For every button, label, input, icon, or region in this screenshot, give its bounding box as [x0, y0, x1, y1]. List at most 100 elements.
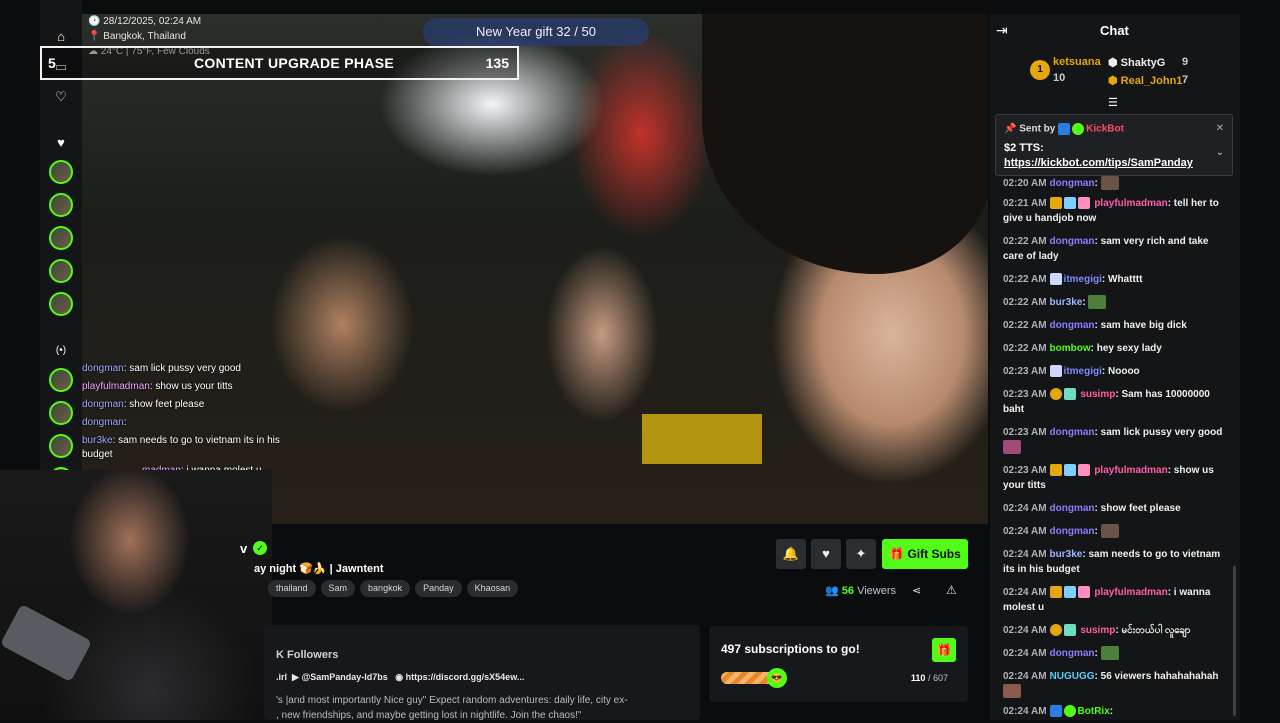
expand-leaderboard-icon[interactable]: ☰ [1108, 96, 1118, 109]
tag[interactable]: Panday [415, 580, 462, 597]
pinned-link[interactable]: https://kickbot.com/tips/SamPanday [1004, 157, 1193, 169]
phase-left-number: 5 [48, 55, 56, 71]
gift-icon[interactable]: 🎁 [932, 638, 956, 662]
subs-goal-panel: 497 subscriptions to go! 🎁 😎 110 / 607 [709, 626, 968, 702]
chat-message: 02:22 AM bur3ke: [1003, 295, 1229, 310]
emote-icon [1100, 524, 1119, 539]
overlay-chat-line: playfulmadman: show us your titts [82, 381, 233, 392]
overlay-location: Bangkok, Thailand [103, 31, 186, 42]
leader-count: 9 [1182, 56, 1189, 68]
chat-message: 02:22 AM dongman: sam have big dick [1003, 320, 1187, 331]
youtube-icon: ▶ [292, 672, 299, 682]
channel-description: 's |and most importantly Nice guy" Expec… [276, 695, 628, 721]
share-icon[interactable]: ⋖ [912, 584, 921, 597]
chat-panel: ⇥ Chat 1 ketsuana 10 ⬢ ShaktyG 9 ⬢ Real_… [990, 14, 1240, 720]
chat-message: 02:22 AM dongman: sam very rich and take … [1003, 236, 1209, 262]
chat-message: 02:24 AM susimp: မင်းတယ်ပါ လူချော [1003, 624, 1191, 637]
leader-name[interactable]: ⬢ Real_John1 [1108, 74, 1182, 87]
collapse-chat-icon[interactable]: ⇥ [996, 22, 1008, 39]
channel-avatar[interactable] [49, 193, 73, 217]
subs-progress-bar: 😎 [721, 668, 787, 688]
emote-icon [1088, 295, 1107, 310]
streamer-webcam [0, 470, 272, 720]
stream-title: ay night 🍞🍌 | Jawntent [254, 563, 384, 575]
social-links: .irl ▶ @SamPanday-ld7bs ◉ https://discor… [276, 672, 525, 682]
chat-scrollbar[interactable] [1233, 566, 1236, 716]
tag[interactable]: thailand [268, 580, 316, 597]
leader-count: 7 [1182, 74, 1189, 86]
discord-icon: ◉ [395, 672, 404, 682]
overlay-chat-line: bur3ke: sam needs to go to vietnam its i… [82, 435, 280, 460]
chat-message: 02:21 AM playfulmadman: tell her to give… [1003, 197, 1219, 224]
chat-message: 02:24 AM BotRix: [1003, 705, 1114, 718]
channel-avatar[interactable] [49, 259, 73, 283]
chevron-down-icon[interactable]: ⌄ [1216, 147, 1224, 158]
subs-goal-title: 497 subscriptions to go! [721, 642, 860, 656]
channel-avatar[interactable] [49, 368, 73, 392]
chat-message: 02:24 AM playfulmadman: i wanna molest u [1003, 586, 1211, 613]
gift-goal-overlay: New Year gift 32 / 50 [423, 18, 649, 46]
phase-title: CONTENT UPGRADE PHASE [194, 55, 394, 71]
discord-link[interactable]: https://discord.gg/sX54ew... [406, 672, 525, 682]
emote-icon [1100, 176, 1119, 191]
channel-avatar[interactable] [49, 160, 73, 184]
following-icon[interactable]: ♡ [52, 88, 70, 106]
leader-name[interactable]: ⬢ ShaktyG [1108, 56, 1165, 69]
emote-icon [1003, 440, 1021, 455]
rank-medal-icon: 1 [1030, 60, 1050, 80]
chat-message: 02:24 AM dongman: [1003, 646, 1229, 661]
video-scene [702, 14, 988, 274]
chat-message: 02:20 AM dongman: [1003, 176, 1229, 191]
pinned-sender: 📌 Sent by KickBot [1004, 123, 1124, 135]
live-broadcast-icon: (•) [55, 345, 67, 356]
overlay-chat-line: dongman: sam lick pussy very good [82, 363, 241, 374]
pinned-message[interactable]: 📌 Sent by KickBot $2 TTS: https://kickbo… [995, 114, 1233, 176]
sparkle-button[interactable]: ✦ [846, 539, 876, 569]
notification-bell-button[interactable]: 🔔 [776, 539, 806, 569]
chat-message: 02:22 AM itmegigi: Whatttt [1003, 273, 1143, 286]
leader-count: 10 [1053, 72, 1066, 84]
phase-value: 135 [485, 55, 509, 71]
overlay-datetime: 28/12/2025, 02:24 AM [103, 16, 202, 27]
chat-message: 02:24 AM bur3ke: sam needs to go to vietn… [1003, 549, 1221, 575]
pinned-line: $2 TTS: [1004, 142, 1044, 154]
channel-avatar[interactable] [49, 401, 73, 425]
chat-message: 02:23 AM dongman: sam lick pussy very goo… [1003, 425, 1229, 455]
leader-name[interactable]: ketsuana [1053, 56, 1101, 68]
follow-heart-button[interactable]: ♥ [811, 539, 841, 569]
channel-avatar[interactable] [49, 226, 73, 250]
channel-avatar[interactable] [49, 434, 73, 458]
overlay-chat-line: dongman: [82, 417, 127, 428]
chat-message: 02:23 AM playfulmadman: show us your tit… [1003, 464, 1214, 491]
youtube-link[interactable]: @SamPanday-ld7bs [301, 672, 387, 682]
emote-icon [1003, 684, 1021, 699]
chat-message: 02:24 AM dongman: show feet please [1003, 503, 1181, 514]
channel-name[interactable]: v [240, 541, 247, 556]
unpin-icon[interactable]: ✕ [1216, 123, 1224, 134]
video-scene [642, 414, 762, 464]
followers-count: K Followers [276, 649, 339, 661]
home-icon[interactable]: ⌂ [52, 28, 70, 46]
report-icon[interactable]: ⚠ [946, 583, 957, 597]
tag[interactable]: Sam [320, 580, 356, 597]
emote-icon [1100, 646, 1119, 661]
viewer-count: 👥 56 Viewers [825, 585, 897, 597]
gift-subs-button[interactable]: 🎁 Gift Subs [882, 539, 968, 569]
chat-message: 02:23 AM susimp: Sam has 10000000 baht [1003, 388, 1210, 415]
favorites-heart-icon: ♥ [57, 135, 65, 150]
gift-leaderboard: 1 ketsuana 10 ⬢ ShaktyG 9 ⬢ Real_John1 7 [990, 52, 1240, 96]
chat-message: 02:23 AM itmegigi: Noooo [1003, 365, 1140, 378]
subs-progress-count: 110 / 607 [910, 673, 948, 683]
tag[interactable]: Khaosan [466, 580, 519, 597]
chat-title: Chat [1100, 23, 1129, 38]
phone-in-hand [0, 603, 93, 683]
channel-avatar[interactable] [49, 292, 73, 316]
verified-badge-icon: ✓ [253, 541, 267, 555]
chat-header: ⇥ Chat [990, 14, 1240, 46]
tag[interactable]: bangkok [360, 580, 411, 597]
about-panel: K Followers .irl ▶ @SamPanday-ld7bs ◉ ht… [264, 625, 700, 721]
overlay-chat: dongman: sam lick pussy very good playfu… [82, 360, 312, 480]
chat-message: 02:22 AM bombow: hey sexy lady [1003, 343, 1162, 354]
overlay-chat-line: dongman: show feet please [82, 399, 205, 410]
phase-overlay: 5 CONTENT UPGRADE PHASE 135 [40, 46, 519, 80]
